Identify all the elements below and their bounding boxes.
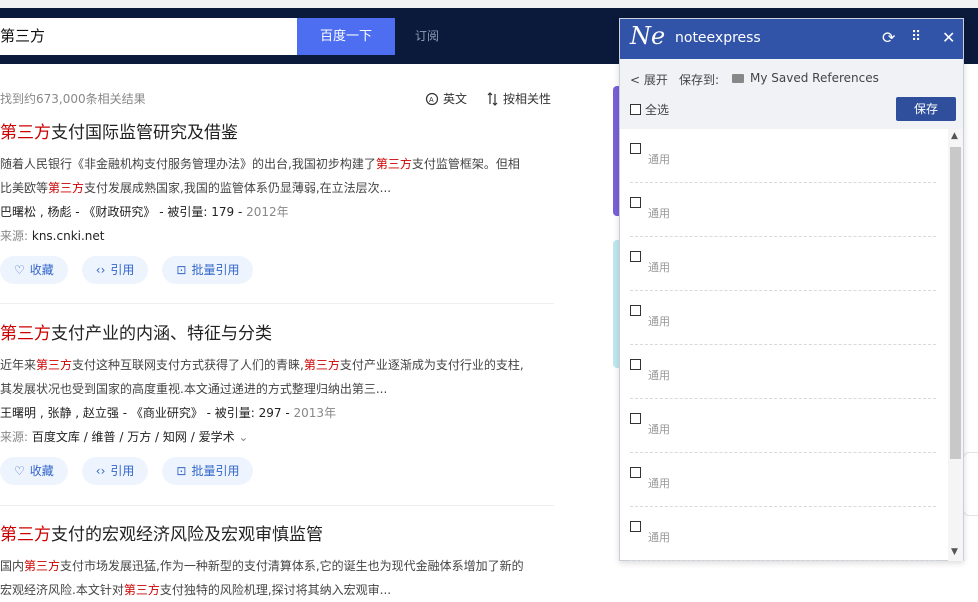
search-query: 第三方 xyxy=(0,27,46,45)
item-type: 通用 xyxy=(648,423,670,436)
divider xyxy=(0,303,554,304)
item-checkbox[interactable] xyxy=(630,251,641,262)
folder-selector[interactable]: My Saved References xyxy=(732,71,879,85)
item-checkbox[interactable] xyxy=(630,143,641,154)
scrollbar[interactable]: ▲ ▼ xyxy=(948,129,963,561)
list-item: 通用 xyxy=(630,129,936,183)
subscribe-tab[interactable]: 订阅 xyxy=(415,18,439,55)
list-item: 通用 xyxy=(630,345,936,399)
expand-link[interactable]: < 展开 xyxy=(630,71,668,88)
title-highlight: 第三方 xyxy=(0,324,51,344)
batch-cite-button[interactable]: ⊡ 批量引用 xyxy=(162,457,254,485)
close-icon[interactable]: ✕ xyxy=(942,28,955,47)
reference-list: 通用 通用 通用 通用 通用 通用 通用 通用 xyxy=(620,129,948,561)
noteexpress-logo: Ne xyxy=(630,22,666,50)
result-count: 找到约673,000条相关结果 xyxy=(0,92,146,106)
chevron-down-icon[interactable]: ⌄ xyxy=(238,430,248,444)
sort-icon xyxy=(487,91,498,106)
list-item: 通用 xyxy=(630,507,936,561)
list-item: 通用 xyxy=(630,237,936,291)
result-title[interactable]: 第三方支付产业的内涵、特征与分类 xyxy=(0,321,554,347)
grid-icon[interactable]: ⠿ xyxy=(911,29,921,45)
source-line: 来源: 百度文库 / 维普 / 万方 / 知网 / 爱学术 ⌄ xyxy=(0,430,249,444)
item-checkbox[interactable] xyxy=(630,305,641,316)
abstract-line: 近年来第三方支付这种互联网支付方式获得了人们的青睐,第三方支付产业逐渐成为支付行… xyxy=(0,358,524,372)
item-type: 通用 xyxy=(648,153,670,166)
title-highlight: 第三方 xyxy=(0,123,51,143)
result-title[interactable]: 第三方支付国际监管研究及借鉴 xyxy=(0,120,554,146)
translate-icon: A xyxy=(425,92,439,105)
title-text: 支付国际监管研究及借鉴 xyxy=(51,123,238,143)
cite-button[interactable]: ‹› 引用 xyxy=(81,256,149,284)
panel-title: noteexpress xyxy=(675,30,761,46)
batch-icon: ⊡ xyxy=(176,263,187,277)
top-strip xyxy=(0,0,978,8)
heart-icon: ♡ xyxy=(14,263,25,277)
title-text: 支付的宏观经济风险及宏观审慎监管 xyxy=(51,525,323,545)
authors-line: 巴曙松 , 杨彪 - 《财政研究》 - 被引量: 179 - 2012年 xyxy=(0,205,289,219)
title-highlight: 第三方 xyxy=(0,525,51,545)
search-input[interactable]: 第三方 xyxy=(0,18,297,55)
batch-cite-button[interactable]: ⊡ 批量引用 xyxy=(162,256,254,284)
abstract-line: 宏观经济风险.本文针对第三方支付独特的风险机理,探讨将其纳入宏观审... xyxy=(0,583,392,597)
code-icon: ‹› xyxy=(95,263,106,277)
cite-button[interactable]: ‹› 引用 xyxy=(81,457,149,485)
svg-text:A: A xyxy=(429,97,434,104)
abstract-line: 其发展状况也受到国家的高度重视.本文通过递进的方式整理归纳出第三... xyxy=(0,382,388,396)
select-all[interactable]: 全选 xyxy=(630,101,669,118)
title-text: 支付产业的内涵、特征与分类 xyxy=(51,324,272,344)
divider xyxy=(0,505,554,506)
scroll-down-icon[interactable]: ▼ xyxy=(951,547,958,557)
floating-tab[interactable] xyxy=(963,452,978,516)
favorite-button[interactable]: ♡ 收藏 xyxy=(0,256,68,284)
search-button[interactable]: 百度一下 xyxy=(297,18,395,55)
save-to-label: 保存到: xyxy=(679,73,720,87)
scrollbar-thumb[interactable] xyxy=(950,147,961,459)
item-type: 通用 xyxy=(648,369,670,382)
sort-toggle[interactable]: 按相关性 xyxy=(487,90,551,107)
result-item: 第三方支付产业的内涵、特征与分类 近年来第三方支付这种互联网支付方式获得了人们的… xyxy=(0,321,554,485)
select-all-checkbox[interactable] xyxy=(630,104,641,115)
english-toggle[interactable]: A 英文 xyxy=(425,90,467,107)
list-item: 通用 xyxy=(630,399,936,453)
save-button[interactable]: 保存 xyxy=(896,97,956,121)
abstract-line: 比美欧等第三方支付发展成熟国家,我国的监管体系仍显薄弱,在立法层次... xyxy=(0,181,392,195)
item-checkbox[interactable] xyxy=(630,197,641,208)
result-item: 第三方支付国际监管研究及借鉴 随着人民银行《非金融机构支付服务管理办法》的出台,… xyxy=(0,120,554,284)
sort-label: 按相关性 xyxy=(503,92,552,106)
item-type: 通用 xyxy=(648,315,670,328)
item-type: 通用 xyxy=(648,261,670,274)
list-item: 通用 xyxy=(630,453,936,507)
list-item: 通用 xyxy=(630,183,936,237)
noteexpress-panel: Ne noteexpress ⟳ ⠿ ✕ < 展开 保存到: My Saved … xyxy=(619,18,964,561)
folder-icon xyxy=(732,73,744,83)
result-item: 第三方支付的宏观经济风险及宏观审慎监管 国内第三方支付市场发展迅猛,作为一种新型… xyxy=(0,522,554,602)
item-checkbox[interactable] xyxy=(630,467,641,478)
item-checkbox[interactable] xyxy=(630,359,641,370)
authors-line: 王曙明 , 张静 , 赵立强 - 《商业研究》 - 被引量: 297 - 201… xyxy=(0,406,337,420)
refresh-icon[interactable]: ⟳ xyxy=(882,28,895,47)
source-line: 来源: kns.cnki.net xyxy=(0,229,105,243)
abstract-line: 国内第三方支付市场发展迅猛,作为一种新型的支付清算体系,它的诞生也为现代金融体系… xyxy=(0,559,524,573)
panel-toolbar: < 展开 保存到: My Saved References 全选 保存 xyxy=(620,59,963,129)
item-type: 通用 xyxy=(648,477,670,490)
batch-icon: ⊡ xyxy=(176,464,187,478)
item-type: 通用 xyxy=(648,531,670,544)
heart-icon: ♡ xyxy=(14,464,25,478)
favorite-button[interactable]: ♡ 收藏 xyxy=(0,457,68,485)
item-checkbox[interactable] xyxy=(630,413,641,424)
english-label: 英文 xyxy=(443,92,468,106)
result-title[interactable]: 第三方支付的宏观经济风险及宏观审慎监管 xyxy=(0,522,554,548)
item-type: 通用 xyxy=(648,207,670,220)
list-item: 通用 xyxy=(630,291,936,345)
panel-header: Ne noteexpress ⟳ ⠿ ✕ xyxy=(620,19,963,59)
item-checkbox[interactable] xyxy=(630,521,641,532)
abstract-line: 随着人民银行《非金融机构支付服务管理办法》的出台,我国初步构建了第三方支付监管框… xyxy=(0,157,520,171)
scroll-up-icon[interactable]: ▲ xyxy=(951,131,958,141)
code-icon: ‹› xyxy=(95,464,106,478)
